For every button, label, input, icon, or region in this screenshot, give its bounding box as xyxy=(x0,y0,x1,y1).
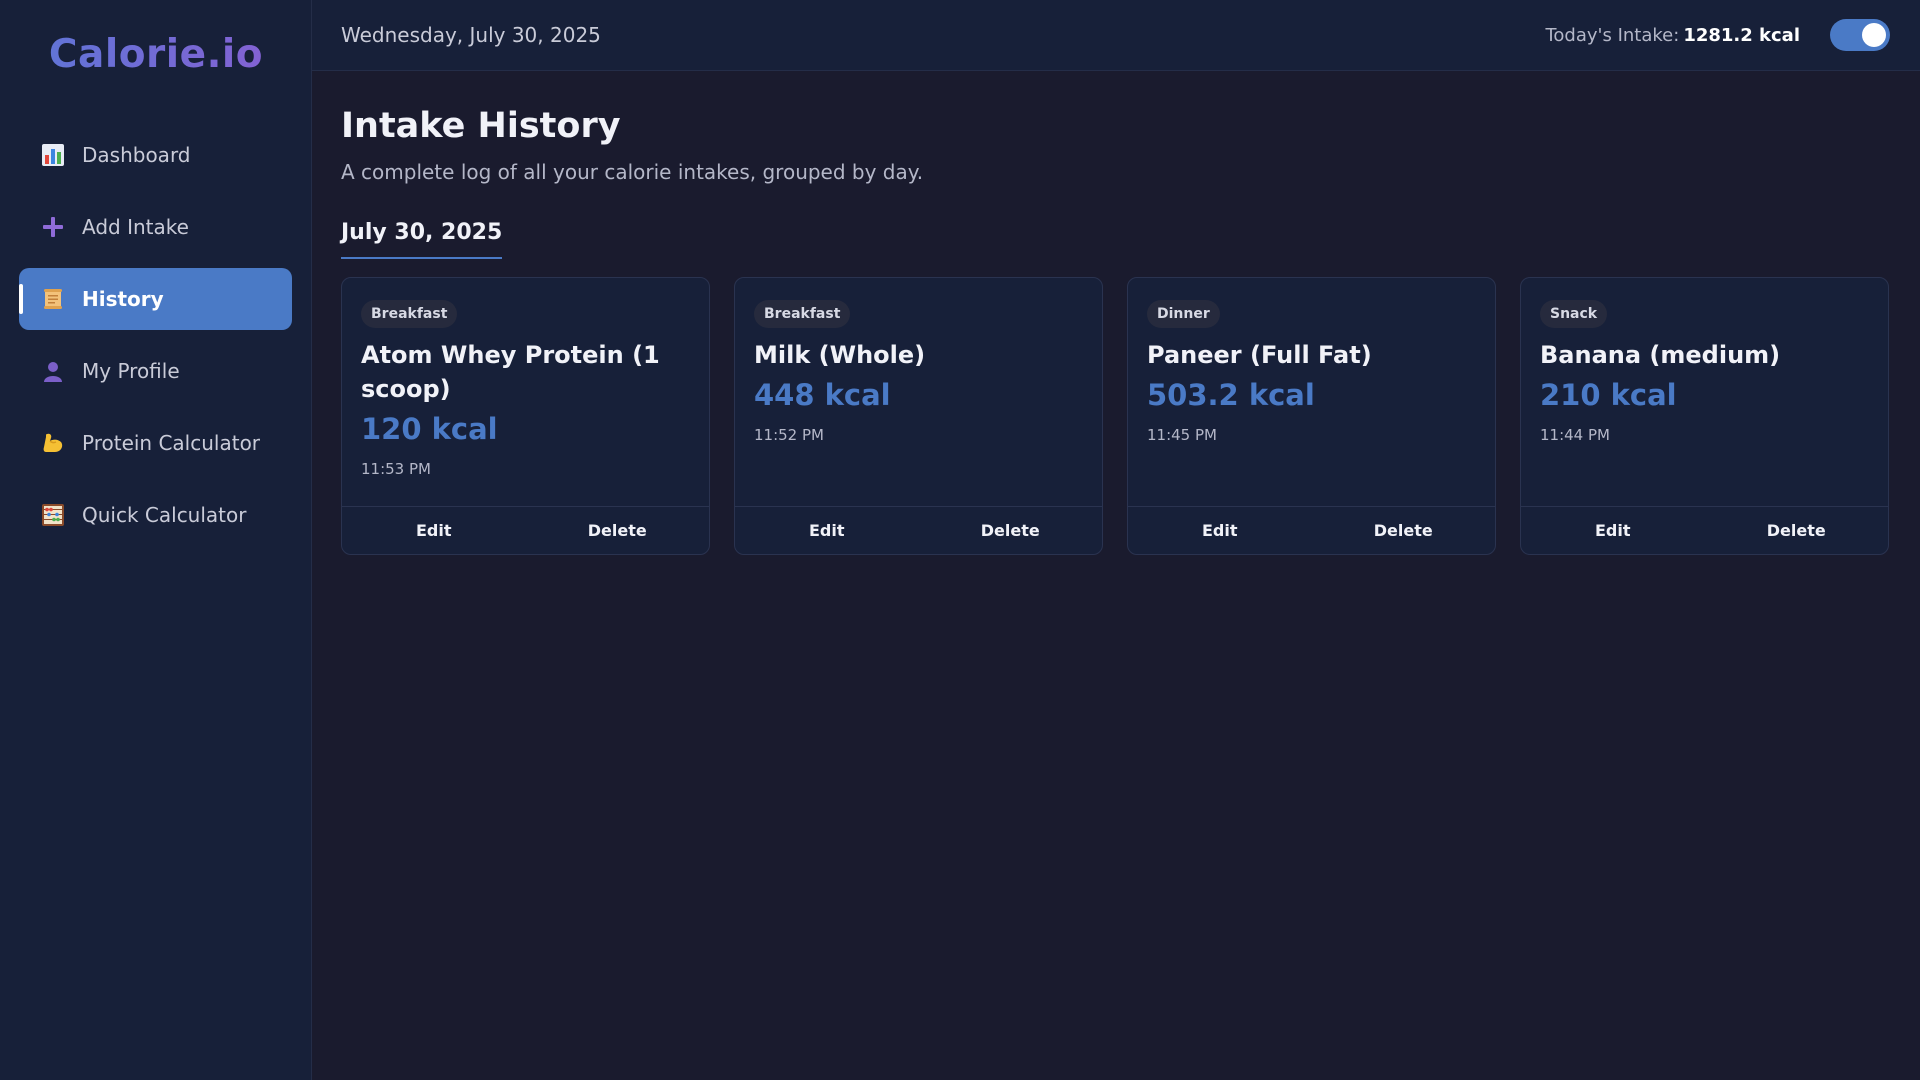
food-name: Paneer (Full Fat) xyxy=(1147,341,1372,369)
intake-card: Breakfast Atom Whey Protein (1 scoop) 12… xyxy=(341,277,710,555)
day-heading: July 30, 2025 xyxy=(341,220,503,259)
edit-button[interactable]: Edit xyxy=(1128,507,1312,554)
intake-time: 11:53 PM xyxy=(361,460,431,478)
sidebar-nav: Dashboard Add Intake History My Profile … xyxy=(19,124,292,556)
todays-intake-label: Today's Intake: xyxy=(1545,24,1680,46)
delete-button[interactable]: Delete xyxy=(1312,507,1496,554)
card-actions: Edit Delete xyxy=(1128,506,1495,554)
card-actions: Edit Delete xyxy=(735,506,1102,554)
sidebar-item-quick-calculator[interactable]: Quick Calculator xyxy=(19,484,292,546)
abacus-icon xyxy=(41,503,65,527)
delete-button[interactable]: Delete xyxy=(919,507,1103,554)
delete-button[interactable]: Delete xyxy=(526,507,710,554)
intake-card: Snack Banana (medium) 210 kcal 11:44 PM … xyxy=(1520,277,1889,555)
card-actions: Edit Delete xyxy=(342,506,709,554)
intake-time: 11:44 PM xyxy=(1540,426,1610,444)
flexed-biceps-icon xyxy=(41,431,65,455)
sidebar-item-label: Dashboard xyxy=(82,143,191,167)
page-title: Intake History xyxy=(341,106,621,146)
sidebar-item-add-intake[interactable]: Add Intake xyxy=(19,196,292,258)
meal-badge: Dinner xyxy=(1147,300,1220,328)
sidebar-item-label: History xyxy=(82,287,164,311)
toggle-knob xyxy=(1862,23,1886,47)
food-name: Atom Whey Protein (1 scoop) xyxy=(361,341,660,403)
food-name: Banana (medium) xyxy=(1540,341,1781,369)
user-icon xyxy=(41,359,65,383)
edit-button[interactable]: Edit xyxy=(735,507,919,554)
theme-toggle[interactable] xyxy=(1830,19,1890,51)
edit-button[interactable]: Edit xyxy=(1521,507,1705,554)
sidebar-item-label: Add Intake xyxy=(82,215,189,239)
app-root: Calorie.io Dashboard Add Intake History … xyxy=(0,0,1920,1080)
calorie-value: 120 kcal xyxy=(361,412,498,446)
sidebar-item-label: My Profile xyxy=(82,359,180,383)
main-area: Wednesday, July 30, 2025 Today's Intake:… xyxy=(312,0,1920,1080)
calorie-value: 210 kcal xyxy=(1540,378,1677,412)
intake-card: Dinner Paneer (Full Fat) 503.2 kcal 11:4… xyxy=(1127,277,1496,555)
page-subtitle: A complete log of all your calorie intak… xyxy=(341,160,924,184)
sidebar-item-label: Quick Calculator xyxy=(82,503,247,527)
scroll-icon xyxy=(41,287,65,311)
intake-cards: Breakfast Atom Whey Protein (1 scoop) 12… xyxy=(341,277,1891,555)
food-name: Milk (Whole) xyxy=(754,341,926,369)
sidebar-item-protein-calculator[interactable]: Protein Calculator xyxy=(19,412,292,474)
intake-time: 11:45 PM xyxy=(1147,426,1217,444)
intake-time: 11:52 PM xyxy=(754,426,824,444)
top-bar-right: Today's Intake: 1281.2 kcal xyxy=(1545,19,1890,51)
history-content: Intake History A complete log of all you… xyxy=(312,71,1920,587)
calorie-value: 503.2 kcal xyxy=(1147,378,1315,412)
meal-badge: Snack xyxy=(1540,300,1608,328)
card-actions: Edit Delete xyxy=(1521,506,1888,554)
intake-card: Breakfast Milk (Whole) 448 kcal 11:52 PM… xyxy=(734,277,1103,555)
current-date: Wednesday, July 30, 2025 xyxy=(341,23,601,47)
sidebar: Calorie.io Dashboard Add Intake History … xyxy=(0,0,312,1080)
app-logo[interactable]: Calorie.io xyxy=(0,32,312,77)
todays-intake-value: 1281.2 kcal xyxy=(1683,24,1800,46)
top-bar: Wednesday, July 30, 2025 Today's Intake:… xyxy=(312,0,1920,71)
sidebar-item-dashboard[interactable]: Dashboard xyxy=(19,124,292,186)
sidebar-item-label: Protein Calculator xyxy=(82,431,261,455)
sidebar-item-history[interactable]: History xyxy=(19,268,292,330)
bar-chart-icon xyxy=(41,143,65,167)
plus-icon xyxy=(41,215,65,239)
edit-button[interactable]: Edit xyxy=(342,507,526,554)
meal-badge: Breakfast xyxy=(361,300,458,328)
meal-badge: Breakfast xyxy=(754,300,851,328)
sidebar-item-my-profile[interactable]: My Profile xyxy=(19,340,292,402)
calorie-value: 448 kcal xyxy=(754,378,891,412)
delete-button[interactable]: Delete xyxy=(1705,507,1889,554)
